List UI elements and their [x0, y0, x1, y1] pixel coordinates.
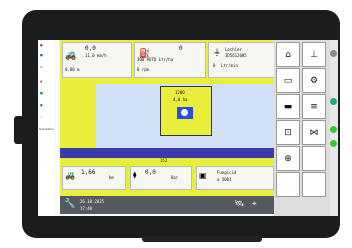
terminal-screen: ● ■ ⊘ ▲ ■ ● ✓ Simulation · · 🚜 0,0 11,0 … [38, 40, 338, 216]
pressure-value: 0,0 [145, 169, 156, 176]
left-item-0[interactable]: ● [40, 44, 43, 47]
flow-softkey[interactable]: ≡ [302, 94, 326, 119]
settings-softkey[interactable]: ⚙ [302, 68, 326, 93]
distance-icon: 🚜 [65, 171, 75, 180]
rate-value: 0 [179, 45, 183, 52]
area-value: 0,00 m [65, 67, 80, 72]
status-time: 17:40 [80, 206, 93, 211]
menu-icon[interactable] [330, 50, 337, 57]
left-item-9[interactable]: · [40, 152, 41, 155]
pressure-icon: ⧫ [133, 171, 137, 179]
pressure-unit: Bar [171, 175, 179, 180]
left-item-simulation[interactable]: Simulation [39, 128, 55, 131]
pressure-panel: ⧫ 0,0 Bar [130, 166, 192, 190]
satellite-icon[interactable]: 🛰 [234, 199, 244, 208]
blank-softkey-2[interactable] [276, 172, 300, 197]
status-date: 26.10.2025 [80, 199, 105, 204]
home-softkey[interactable]: ⌂ [276, 42, 300, 67]
green-indicator-3 [330, 140, 337, 147]
rate-unit: 300 AUTO Ltr/ha [137, 57, 174, 62]
distance-unit: km [109, 175, 114, 180]
product-code: e 5001 [217, 177, 232, 182]
device-foot [142, 236, 262, 242]
spray-boom: 152 [60, 148, 278, 163]
center-icon [181, 109, 188, 116]
left-item-3[interactable]: ▲ [40, 80, 42, 83]
far-right-strip [330, 40, 338, 216]
section-softkey[interactable]: ⋈ [302, 120, 326, 145]
left-item-4[interactable]: ■ [40, 92, 43, 95]
boom-count: 152 [160, 158, 168, 163]
left-item-5[interactable]: ● [40, 104, 43, 107]
tower-softkey[interactable]: ⊥ [302, 42, 326, 67]
flow-unit: Ltr/min [221, 63, 238, 68]
wheel-softkey[interactable]: ⊕ [276, 146, 300, 171]
tank-volume: 1200 [175, 90, 185, 95]
gps-icon[interactable]: ⌖ [252, 199, 257, 209]
field-view: 1200 4,0 ha [96, 84, 274, 148]
rate-panel: ⛽ 0 300 AUTO Ltr/ha 0 rpm [134, 42, 206, 78]
boom-softkey[interactable]: ▭ [276, 68, 300, 93]
status-bar: 🔧 26.10.2025 17:40 🛰 ⌖ [60, 196, 278, 214]
main-view: 🚜 0,0 11,0 km/h 0,00 m ⛽ 0 300 AUTO Ltr/… [54, 40, 278, 216]
green-indicator-1 [330, 98, 337, 105]
product-panel: ▣ Fungicid e 5001 [196, 166, 274, 190]
product-icon: ▣ [199, 171, 207, 180]
speed-panel: 🚜 0,0 11,0 km/h 0,00 m [62, 42, 132, 78]
green-indicator-2 [330, 126, 337, 133]
mode-panel: ⏚ Lochler ID5612005 0 Ltr/min [208, 42, 276, 78]
hopper-icon: ⏚ [213, 48, 221, 57]
mode-sub: ID5612005 [225, 53, 247, 58]
product-label: Fungicid [217, 170, 237, 175]
tractor-icon: 🚜 [65, 51, 77, 61]
left-item-8[interactable]: · [40, 140, 41, 143]
distance-value: 1,66 [81, 169, 96, 176]
distance-panel: 🚜 1,66 km [62, 166, 126, 190]
nozzle-softkey[interactable]: ▬ [276, 94, 300, 119]
wrench-icon[interactable]: 🔧 [64, 199, 75, 209]
blank-softkey-1[interactable] [302, 146, 326, 171]
speed-value: 0,0 [85, 45, 96, 52]
flow-value: 0 [213, 63, 216, 68]
mode-label: Lochler [225, 47, 242, 52]
speed-unit: 11,0 km/h [85, 53, 107, 58]
fill-softkey[interactable]: ⊡ [276, 120, 300, 145]
left-item-1[interactable]: ■ [40, 54, 43, 57]
left-sidebar: ● ■ ⊘ ▲ ■ ● ✓ Simulation · · [38, 40, 55, 216]
tank-level: 4,0 ha [173, 97, 188, 102]
blank-softkey-3[interactable] [302, 172, 326, 197]
left-item-6[interactable]: ✓ [40, 116, 43, 119]
tank-graphic: 1200 4,0 ha [160, 86, 212, 136]
left-item-2[interactable]: ⊘ [40, 66, 43, 69]
rpm-value: 0 rpm [137, 67, 150, 72]
work-area: 🚜 0,0 11,0 km/h 0,00 m ⛽ 0 300 AUTO Ltr/… [60, 40, 278, 214]
softkey-panel: ⌂ ⊥ ▭ ⚙ ▬ ≡ ⊡ ⋈ ⊕ [274, 40, 330, 216]
